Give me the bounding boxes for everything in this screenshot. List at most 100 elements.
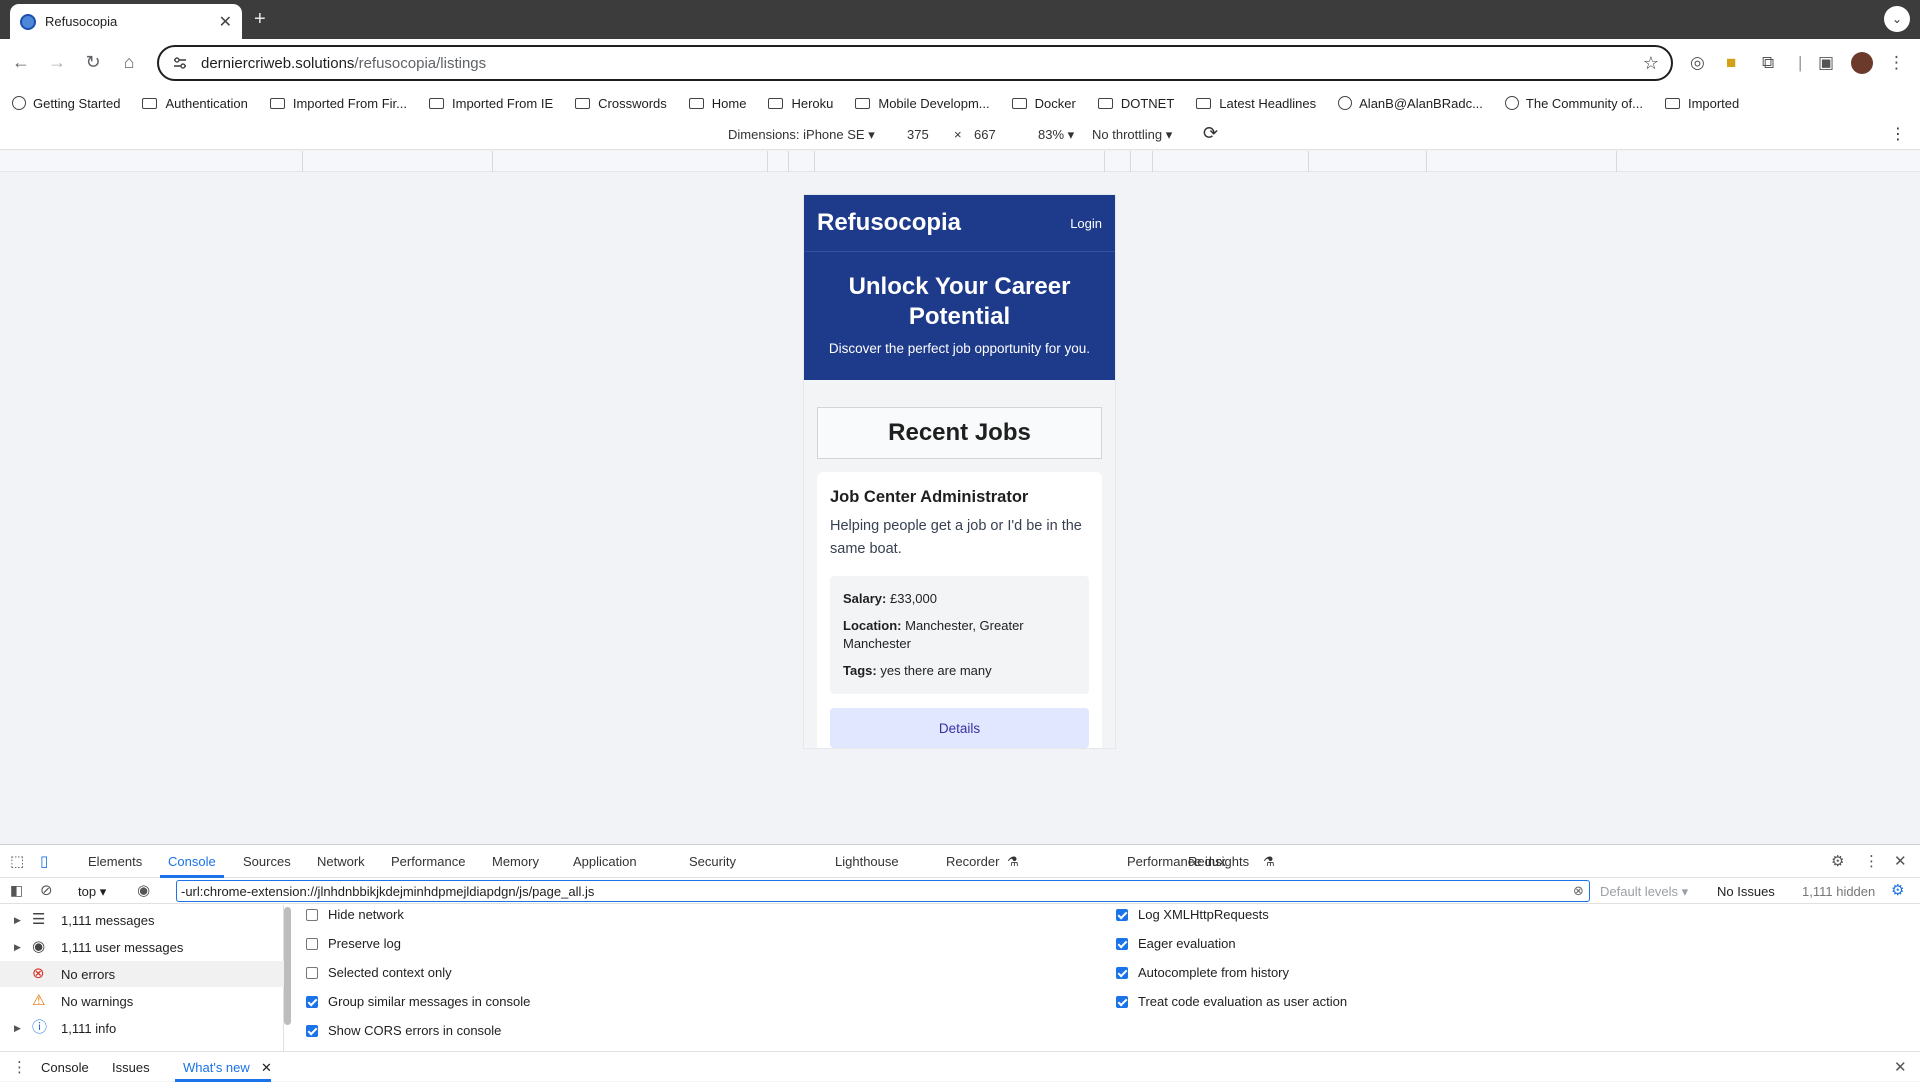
bookmark-star-icon[interactable]: ☆	[1643, 53, 1659, 74]
bookmark-item[interactable]: DOTNET	[1097, 96, 1174, 111]
console-setting-option[interactable]: Preserve log	[306, 936, 401, 951]
bookmark-item[interactable]: Authentication	[142, 96, 248, 111]
sidebar-filter-item[interactable]: ▶ ☰ 1,111 messages	[0, 907, 284, 933]
devtools-more-icon[interactable]: ⋮	[1864, 852, 1879, 870]
expand-arrow-icon[interactable]: ▶	[14, 915, 21, 926]
console-setting-option[interactable]: Log XMLHttpRequests	[1116, 907, 1269, 922]
checkbox[interactable]	[1116, 937, 1128, 950]
console-setting-option[interactable]: Show CORS errors in console	[306, 1023, 501, 1038]
new-tab-icon[interactable]: +	[254, 8, 266, 31]
devtools-tab-network[interactable]: Network	[317, 854, 365, 869]
devtools-tab-recorder[interactable]: Recorder	[946, 854, 999, 869]
close-drawer-icon[interactable]: ✕	[1894, 1058, 1907, 1076]
checkbox[interactable]	[306, 937, 318, 950]
browser-tab[interactable]: Refusocopia ✕	[10, 4, 242, 39]
rotate-icon[interactable]: ⟳	[1203, 123, 1218, 144]
device-more-icon[interactable]: ⋮	[1890, 124, 1906, 144]
bookmark-item[interactable]: Home	[688, 96, 746, 111]
device-toggle-icon[interactable]: ▯	[40, 852, 48, 870]
throttling-dropdown[interactable]: No throttling ▾	[1092, 127, 1172, 143]
address-bar[interactable]: derniercriweb.solutions/refusocopia/list…	[157, 45, 1673, 81]
expand-arrow-icon[interactable]: ▶	[14, 942, 21, 953]
width-input[interactable]: 375	[907, 127, 929, 142]
console-setting-option[interactable]: Treat code evaluation as user action	[1116, 994, 1347, 1009]
bookmark-item[interactable]: Crosswords	[575, 96, 667, 111]
context-selector[interactable]: top ▾	[78, 884, 106, 900]
drawer-tab[interactable]: Issues	[112, 1060, 150, 1075]
checkbox[interactable]	[1116, 995, 1128, 1008]
sidebar-filter-item[interactable]: ▶ ◉ 1,111 user messages	[0, 934, 284, 960]
bookmark-item[interactable]: Imported From Fir...	[269, 96, 407, 111]
reload-icon[interactable]: ↻	[82, 52, 104, 73]
site-info-icon[interactable]	[173, 56, 187, 70]
checkbox[interactable]	[306, 995, 318, 1008]
inspect-element-icon[interactable]: ⬚	[10, 852, 24, 870]
clear-console-icon[interactable]: ⊘	[40, 881, 53, 899]
sidebar-toggle-icon[interactable]: ◧	[10, 882, 23, 899]
devtools-tab-performance[interactable]: Performance	[391, 854, 465, 869]
close-devtools-icon[interactable]: ✕	[1894, 852, 1907, 870]
sidebar-filter-item[interactable]: ▶ ⓘ 1,111 info	[0, 1015, 284, 1041]
bookmark-item[interactable]: Mobile Developm...	[855, 96, 990, 111]
home-icon[interactable]: ⌂	[118, 52, 140, 73]
close-tab-icon[interactable]: ✕	[219, 12, 232, 32]
extension-icon[interactable]: ◎	[1690, 53, 1705, 73]
bookmark-item[interactable]: Heroku	[768, 96, 833, 111]
checkbox[interactable]	[306, 1024, 318, 1037]
checkbox[interactable]	[1116, 908, 1128, 921]
bookmark-item[interactable]: Docker	[1011, 96, 1076, 111]
profile-avatar[interactable]	[1851, 52, 1873, 74]
bookmark-item[interactable]: Imported	[1664, 96, 1739, 111]
console-filter-input[interactable]	[176, 880, 1590, 902]
sidebar-filter-item[interactable]: ⊗ No errors	[0, 961, 284, 987]
lock-extension-icon[interactable]: ■	[1726, 53, 1736, 73]
forward-icon[interactable]: →	[46, 52, 68, 73]
drawer-tab[interactable]: What's new	[183, 1060, 250, 1075]
bookmark-item[interactable]: Imported From IE	[429, 96, 553, 111]
site-logo[interactable]: Refusocopia	[817, 209, 961, 237]
media-query-ruler[interactable]	[0, 151, 1920, 172]
drawer-tab[interactable]: Console	[41, 1060, 89, 1075]
tab-search-icon[interactable]: ⌄	[1884, 6, 1910, 32]
browser-menu-icon[interactable]: ⋮	[1888, 53, 1905, 73]
bookmark-item[interactable]: Latest Headlines	[1196, 96, 1316, 111]
devtools-tab-lighthouse[interactable]: Lighthouse	[835, 854, 899, 869]
devtools-tab-redux[interactable]: Redux	[1188, 854, 1226, 869]
checkbox[interactable]	[306, 966, 318, 979]
devtools-tab-elements[interactable]: Elements	[88, 854, 142, 869]
dimensions-dropdown[interactable]: Dimensions: iPhone SE ▾	[728, 127, 875, 143]
devtools-tab-console[interactable]: Console	[168, 854, 216, 869]
console-setting-option[interactable]: Hide network	[306, 907, 404, 922]
console-setting-option[interactable]: Selected context only	[306, 965, 452, 980]
settings-gear-icon[interactable]: ⚙	[1831, 852, 1844, 870]
checkbox[interactable]	[306, 908, 318, 921]
login-link[interactable]: Login	[1070, 216, 1102, 231]
expand-arrow-icon[interactable]: ▶	[14, 1023, 21, 1034]
checkbox[interactable]	[1116, 966, 1128, 979]
devtools-tab-memory[interactable]: Memory	[492, 854, 539, 869]
sidebar-filter-item[interactable]: ⚠ No warnings	[0, 988, 284, 1014]
side-panel-icon[interactable]: ▣	[1818, 53, 1834, 73]
live-expression-eye-icon[interactable]: ◉	[137, 881, 150, 899]
log-levels-dropdown[interactable]: Default levels ▾	[1600, 884, 1688, 900]
bookmark-item[interactable]: The Community of...	[1504, 96, 1643, 111]
back-icon[interactable]: ←	[10, 52, 32, 73]
console-setting-option[interactable]: Eager evaluation	[1116, 936, 1236, 951]
drawer-menu-icon[interactable]: ⋮	[12, 1058, 27, 1076]
console-setting-option[interactable]: Group similar messages in console	[306, 994, 530, 1009]
clear-filter-icon[interactable]: ⊗	[1573, 883, 1584, 899]
console-settings-icon[interactable]: ⚙	[1891, 881, 1904, 899]
bookmark-item[interactable]: Getting Started	[12, 96, 120, 111]
sidebar-scrollbar[interactable]	[284, 907, 291, 1025]
devtools-tab-sources[interactable]: Sources	[243, 854, 291, 869]
height-input[interactable]: 667	[974, 127, 996, 142]
bookmark-item[interactable]: AlanB@AlanBRadc...	[1338, 96, 1483, 111]
issues-counter[interactable]: No Issues	[1717, 884, 1775, 899]
puzzle-extensions-icon[interactable]: ⧉	[1762, 53, 1774, 73]
details-button[interactable]: Details	[830, 708, 1089, 748]
zoom-dropdown[interactable]: 83% ▾	[1038, 127, 1074, 143]
close-drawer-tab-icon[interactable]: ✕	[261, 1060, 272, 1076]
devtools-tab-security[interactable]: Security	[689, 854, 736, 869]
devtools-tab-application[interactable]: Application	[573, 854, 637, 869]
console-setting-option[interactable]: Autocomplete from history	[1116, 965, 1289, 980]
